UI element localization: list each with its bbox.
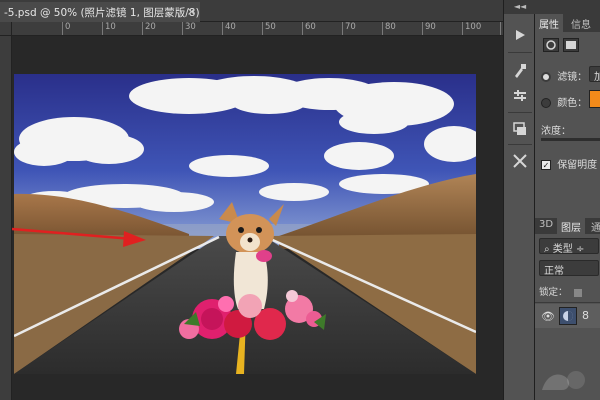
color-swatch[interactable]	[589, 90, 600, 108]
watermark-logo	[542, 371, 585, 390]
blend-mode-select[interactable]: 正常	[539, 260, 599, 276]
brush-preset-icon[interactable]	[508, 60, 532, 82]
right-panel: 属性 信息 滤镜： 加 颜色： 浓度：	[535, 0, 600, 400]
tab-channels[interactable]: 通	[587, 218, 600, 234]
lock-label: 锁定：	[539, 287, 568, 298]
adjustments-icon[interactable]	[508, 86, 532, 108]
ruler-label: 20	[145, 22, 156, 32]
filter-radio[interactable]	[541, 72, 551, 82]
lock-transparency-icon[interactable]	[573, 288, 582, 297]
panel-tool-strip: ◄◄	[503, 0, 536, 400]
search-icon: ⌕	[544, 244, 553, 254]
preserve-luminosity-option[interactable]: ✓ 保留明度	[541, 156, 597, 171]
preserve-label: 保留明度	[557, 160, 598, 171]
layer-comps-icon[interactable]	[508, 118, 532, 140]
layer-filter-value: 类型	[552, 244, 573, 254]
tools-icon[interactable]	[508, 150, 532, 172]
ruler-label: 50	[265, 22, 276, 32]
density-slider[interactable]	[541, 138, 600, 141]
layer-row[interactable]: 👁 8	[535, 304, 600, 328]
ruler-label: 100	[465, 22, 482, 32]
filter-label: 滤镜：	[557, 72, 588, 83]
color-radio[interactable]	[541, 98, 551, 108]
ruler-label: 0	[65, 22, 71, 32]
density-label: 浓度：	[541, 126, 571, 137]
tab-properties[interactable]: 属性	[535, 14, 563, 32]
mask-icon[interactable]	[563, 38, 579, 52]
document-tab[interactable]: -5.psd @ 50% (照片滤镜 1, 图层蒙版/8) * ×	[0, 2, 200, 22]
ruler-label: 70	[345, 22, 356, 32]
panel-header	[535, 0, 600, 14]
ruler-label: 40	[225, 22, 236, 32]
filter-select[interactable]: 加	[589, 66, 600, 82]
ruler-label: 90	[425, 22, 436, 32]
layer-filter-select[interactable]: ⌕ 类型 ÷	[539, 238, 599, 254]
play-action-icon[interactable]	[508, 24, 532, 46]
adjustment-thumbnail	[559, 307, 577, 325]
tab-info[interactable]: 信息	[567, 14, 595, 32]
annotation-arrow	[12, 227, 146, 247]
preserve-checkbox[interactable]: ✓	[541, 160, 551, 170]
tab-layers[interactable]: 图层	[557, 218, 585, 234]
link-icon: 8	[582, 309, 589, 322]
visibility-eye-icon[interactable]: 👁	[541, 310, 555, 323]
properties-panel: 滤镜： 加 颜色： 浓度： ✓ 保留明度	[535, 32, 600, 216]
filter-option[interactable]: 滤镜：	[541, 68, 587, 83]
ruler-label: 10	[105, 22, 116, 32]
ruler-label: 30	[185, 22, 196, 32]
horizontal-ruler: 0 10 20 30 40 50 60 70 80 90 100 110	[12, 22, 503, 36]
photoshop-window: -5.psd @ 50% (照片滤镜 1, 图层蒙版/8) * × 0 10 2…	[0, 0, 600, 400]
tab-3d[interactable]: 3D	[535, 218, 557, 234]
ruler-corner	[0, 22, 12, 36]
canvas-workspace[interactable]	[12, 36, 503, 400]
collapse-panels-icon[interactable]: ◄◄	[504, 0, 536, 14]
lock-row: 锁定：	[539, 284, 582, 298]
close-icon[interactable]: ×	[187, 5, 196, 18]
adjustment-layer-icon[interactable]	[543, 38, 559, 52]
layers-tabs: 3D 图层 通	[535, 218, 600, 234]
document-tab-title: -5.psd @ 50% (照片滤镜 1, 图层蒙版/8) *	[4, 7, 200, 19]
document-tab-bar: -5.psd @ 50% (照片滤镜 1, 图层蒙版/8) * ×	[0, 0, 503, 22]
color-option[interactable]: 颜色：	[541, 94, 587, 109]
properties-tabs: 属性 信息	[535, 14, 600, 32]
ruler-label: 60	[305, 22, 316, 32]
ruler-label: 80	[385, 22, 396, 32]
color-label: 颜色：	[557, 98, 588, 109]
vertical-ruler	[0, 36, 12, 400]
